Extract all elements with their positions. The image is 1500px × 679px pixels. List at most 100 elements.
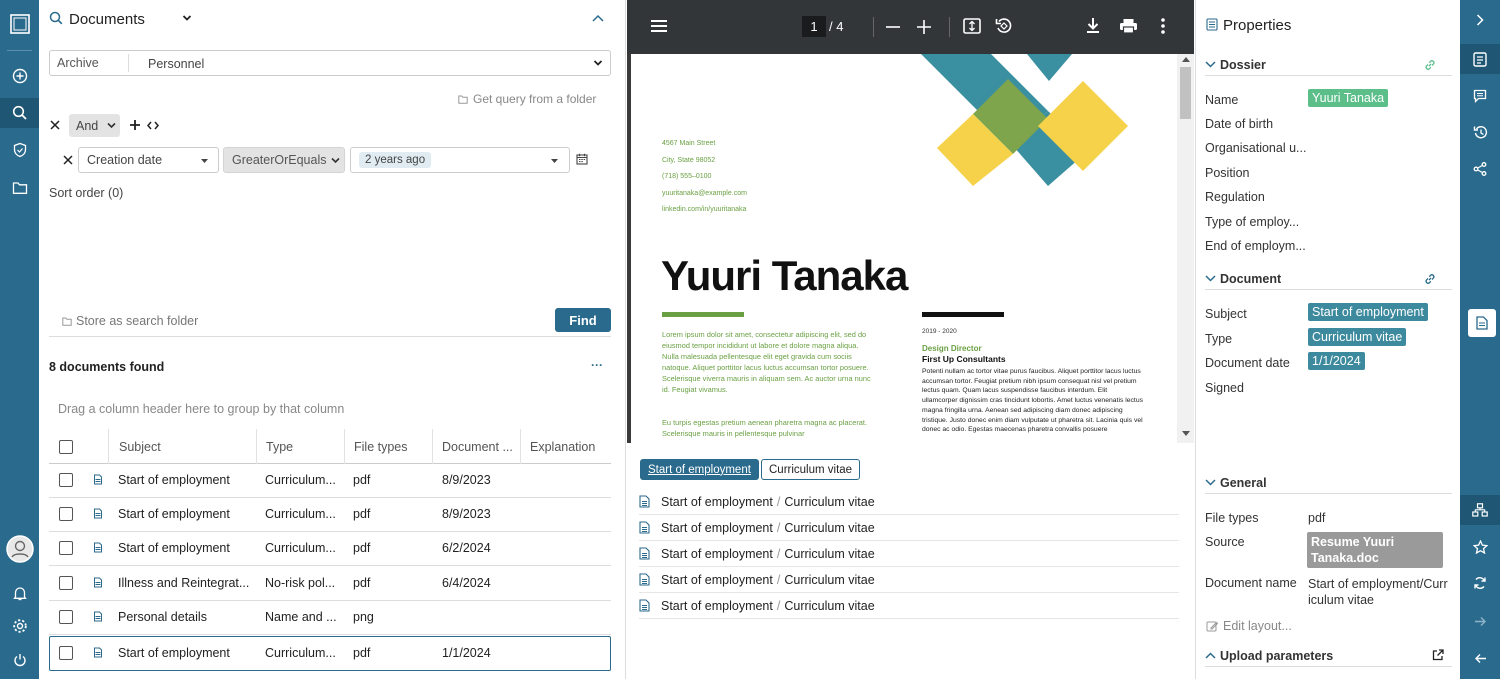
calendar-icon[interactable] (576, 153, 588, 165)
zoom-out-icon[interactable] (886, 26, 900, 28)
rotate-icon[interactable] (995, 17, 1013, 35)
field-name-value[interactable]: Yuuri Tanaka (1308, 89, 1389, 107)
condition-value-select[interactable]: 2 years ago (350, 147, 570, 173)
code-brackets-icon[interactable] (147, 121, 159, 130)
document-icon (639, 547, 650, 560)
section-document[interactable]: Document (1205, 268, 1452, 290)
remove-group-close-icon[interactable] (50, 120, 60, 130)
download-icon[interactable] (1086, 17, 1100, 34)
collapse-chevron-up-icon[interactable] (592, 14, 604, 22)
condition-operator-select[interactable]: GreaterOrEquals (223, 147, 345, 173)
row-checkbox[interactable] (59, 610, 73, 624)
viewer-scrollbar[interactable] (1177, 54, 1194, 443)
history-icon[interactable] (1460, 117, 1500, 147)
column-header-subject[interactable]: Subject (119, 440, 161, 454)
list-item[interactable]: Start of employment / Curriculum vitae (639, 541, 1179, 567)
arrow-right-icon[interactable] (1460, 606, 1500, 636)
chevron-down-icon (1205, 275, 1216, 282)
link-type: Curriculum vitae (784, 546, 875, 561)
tab-start-of-employment[interactable]: Start of employment (640, 459, 759, 480)
field-date-of-birth-label: Date of birth (1205, 117, 1274, 131)
list-item[interactable]: Start of employment / Curriculum vitae (639, 489, 1179, 515)
table-row[interactable]: Start of employment Curriculum... pdf 8/… (49, 498, 611, 532)
archive-chevron-down-icon (593, 59, 603, 67)
add-condition-plus-icon[interactable] (129, 119, 141, 131)
chevron-right-icon[interactable] (1460, 5, 1500, 35)
more-options-icon[interactable]: ··· (591, 358, 603, 372)
list-item[interactable]: Start of employment / Curriculum vitae (639, 567, 1179, 593)
table-row-selected[interactable]: Start of employment Curriculum... pdf 1/… (49, 636, 611, 671)
row-checkbox[interactable] (59, 541, 73, 555)
share-icon[interactable] (1460, 154, 1500, 184)
table-row[interactable]: Illness and Reintegrat... No-risk pol...… (49, 567, 611, 601)
page-number-input[interactable]: 1 (802, 16, 826, 37)
chevron-down-icon (1205, 61, 1216, 68)
table-row[interactable]: Start of employment Curriculum... pdf 6/… (49, 532, 611, 566)
operator-select[interactable]: And (69, 114, 120, 137)
folder-icon[interactable] (0, 173, 39, 203)
sync-icon[interactable] (1460, 568, 1500, 598)
row-checkbox[interactable] (59, 576, 73, 590)
condition-field-select[interactable]: Creation date (78, 147, 219, 173)
power-icon[interactable] (0, 645, 39, 675)
field-document-date-value[interactable]: 1/1/2024 (1308, 352, 1365, 370)
archive-selector[interactable]: Archive Personnel (49, 50, 611, 76)
column-header-file-types[interactable]: File types (354, 440, 408, 454)
link-icon (1425, 60, 1435, 70)
folder-small-icon (62, 317, 72, 326)
zoom-in-icon[interactable] (917, 20, 931, 34)
field-subject-value[interactable]: Start of employment (1308, 303, 1428, 321)
arrow-left-icon[interactable] (1460, 643, 1500, 673)
section-general[interactable]: General (1205, 472, 1452, 494)
find-button[interactable]: Find (555, 308, 611, 332)
list-item[interactable]: Start of employment / Curriculum vitae (639, 593, 1179, 619)
field-type-value[interactable]: Curriculum vitae (1308, 328, 1407, 346)
table-row[interactable]: Start of employment Curriculum... pdf 8/… (49, 464, 611, 498)
fit-page-icon[interactable] (963, 18, 981, 34)
store-folder-label: Store as search folder (76, 314, 199, 328)
shield-icon[interactable] (0, 135, 39, 165)
field-source-value[interactable]: Resume Yuuri Tanaka.doc x (1307, 532, 1443, 581)
column-header-document-date[interactable]: Document ... (442, 440, 513, 454)
document-icon (639, 495, 650, 508)
bell-icon[interactable] (0, 578, 39, 608)
column-header-type[interactable]: Type (266, 440, 293, 454)
resume-email: yuuritanaka@example.com (662, 189, 747, 197)
hamburger-menu-icon[interactable] (650, 19, 668, 33)
app-logo-icon[interactable] (0, 9, 39, 39)
cell-date: 8/9/2023 (442, 507, 491, 521)
user-avatar-icon[interactable] (0, 533, 39, 565)
row-checkbox[interactable] (59, 507, 73, 521)
table-row[interactable]: Personal details Name and ... png (49, 601, 611, 635)
row-checkbox[interactable] (59, 646, 73, 660)
resume-green-bar (662, 312, 744, 317)
row-checkbox[interactable] (59, 473, 73, 487)
column-header-explanation[interactable]: Explanation (530, 440, 595, 454)
document-view-icon[interactable] (1468, 309, 1496, 337)
properties-panel-icon[interactable] (1460, 44, 1500, 74)
field-regulation-label: Regulation (1205, 190, 1265, 204)
more-vertical-icon[interactable] (1161, 18, 1165, 34)
star-icon[interactable] (1460, 532, 1500, 562)
settings-gear-icon[interactable] (0, 611, 39, 641)
workflow-icon[interactable] (1460, 495, 1500, 525)
print-icon[interactable] (1119, 18, 1138, 34)
archive-label: Archive (57, 56, 99, 70)
select-all-checkbox[interactable] (59, 440, 73, 454)
list-item[interactable]: Start of employment / Curriculum vitae (639, 515, 1179, 541)
remove-condition-close-icon[interactable] (63, 155, 73, 165)
sort-order-label[interactable]: Sort order (0) (49, 186, 123, 200)
title-chevron-down-icon[interactable] (182, 14, 192, 22)
tab-curriculum-vitae[interactable]: Curriculum vitae (761, 459, 861, 480)
field-document-date-label: Document date (1205, 356, 1290, 370)
add-icon[interactable] (0, 61, 39, 91)
cell-date: 1/1/2024 (442, 646, 491, 660)
comments-icon[interactable] (1460, 81, 1500, 111)
field-file-types-label: File types (1205, 511, 1259, 525)
store-as-search-folder-link[interactable]: Store as search folder (62, 314, 198, 328)
search-nav-icon[interactable] (0, 98, 39, 128)
get-query-from-folder-link[interactable]: Get query from a folder (458, 92, 596, 106)
section-upload-parameters[interactable]: Upload parameters (1205, 645, 1452, 667)
section-dossier[interactable]: Dossier (1205, 54, 1452, 76)
edit-layout-link[interactable]: Edit layout... (1206, 619, 1292, 633)
